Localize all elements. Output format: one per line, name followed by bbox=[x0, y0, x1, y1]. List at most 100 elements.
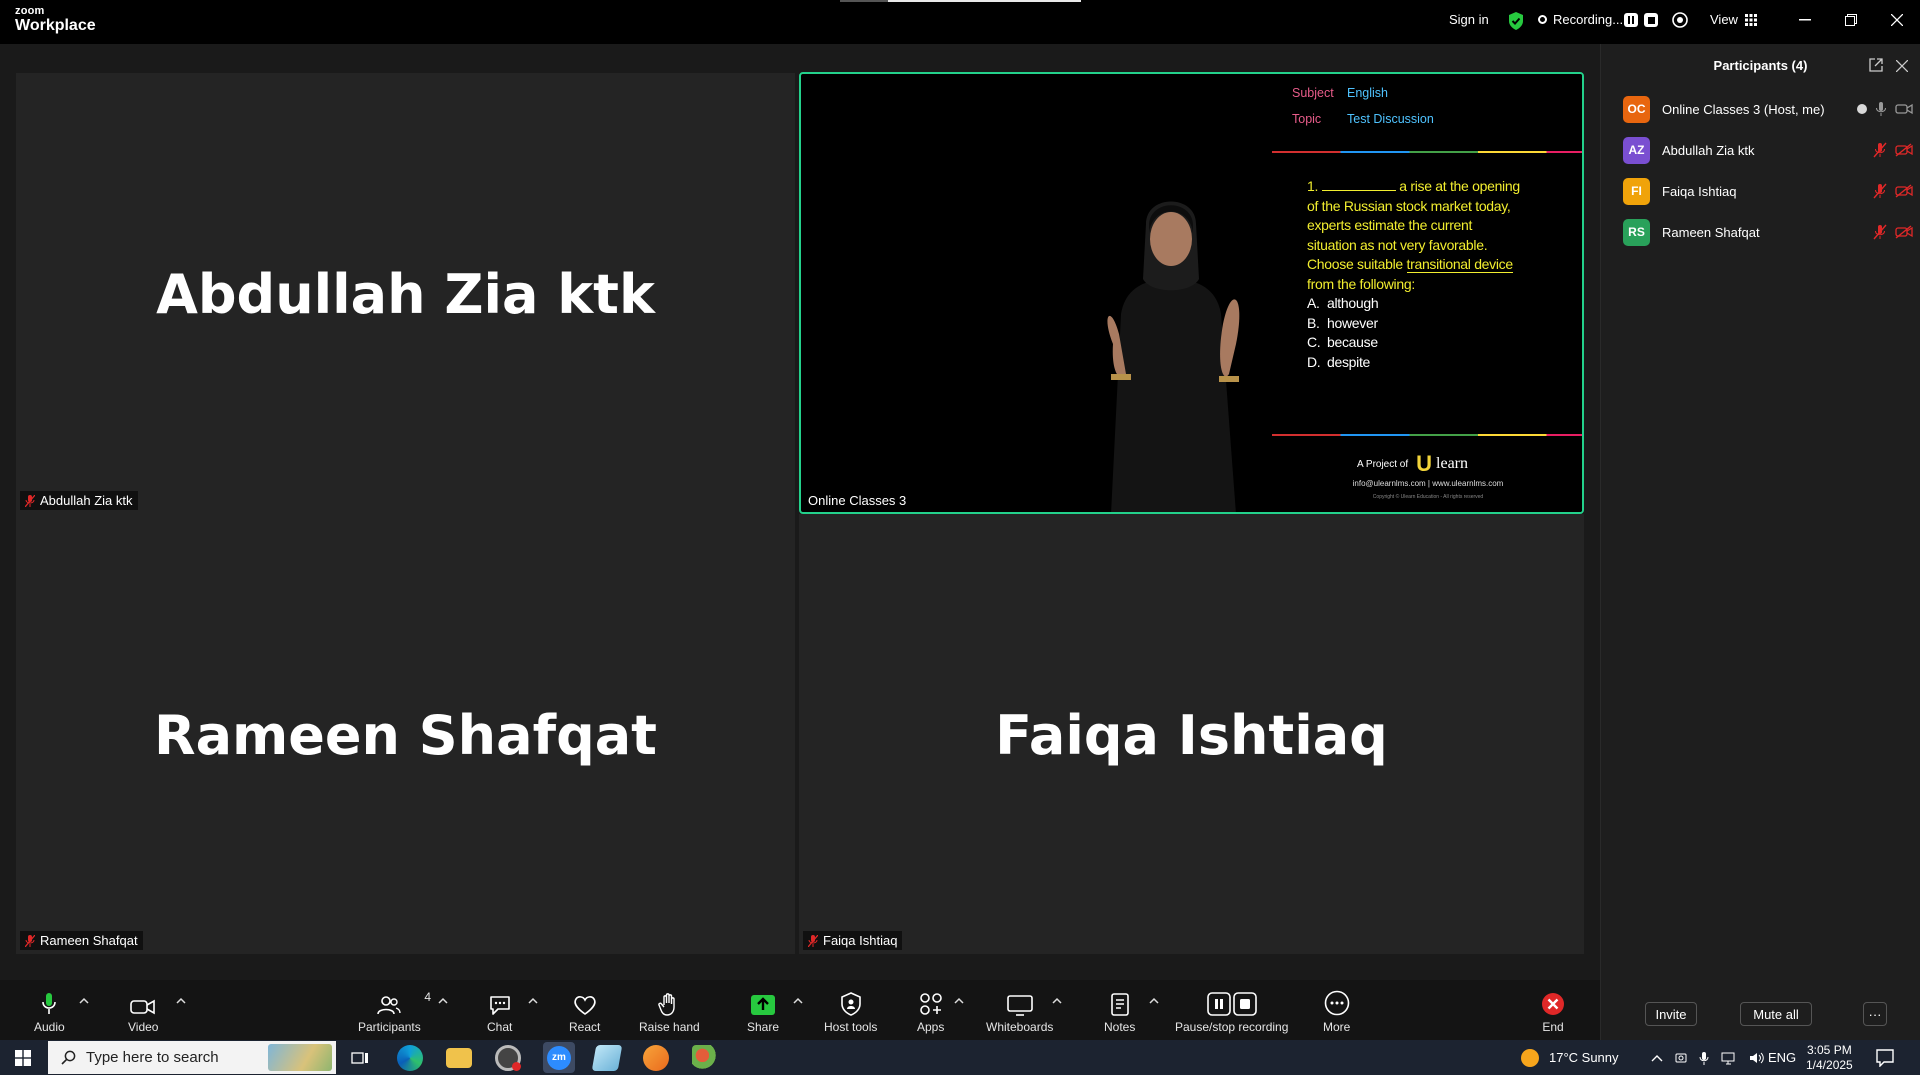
whiteboards-options-chevron-icon[interactable] bbox=[1050, 994, 1064, 1008]
game-app-icon[interactable] bbox=[692, 1045, 718, 1071]
whiteboards-label: Whiteboards bbox=[986, 1020, 1054, 1034]
end-meeting-button[interactable]: End bbox=[1541, 990, 1565, 1034]
option-text: although bbox=[1327, 295, 1379, 311]
raise-hand-icon bbox=[658, 993, 676, 1016]
option-row: C. because bbox=[1307, 333, 1520, 353]
encryption-shield-icon[interactable] bbox=[1507, 11, 1525, 31]
option-letter: D. bbox=[1307, 353, 1321, 370]
pause-stop-recording-button[interactable]: Pause/stop recording bbox=[1175, 990, 1288, 1034]
more-button[interactable]: More bbox=[1323, 990, 1350, 1034]
option-text: however bbox=[1327, 314, 1378, 331]
popout-icon[interactable] bbox=[1869, 58, 1883, 77]
slide-divider-top bbox=[1272, 151, 1582, 153]
participants-count: 4 bbox=[424, 990, 432, 1004]
task-view-icon[interactable] bbox=[347, 1045, 373, 1071]
recording-status[interactable]: Recording... bbox=[1538, 12, 1623, 27]
mic-icon[interactable] bbox=[1875, 101, 1887, 117]
video-tile-faiqa[interactable]: Faiqa Ishtiaq Faiqa Ishtiaq bbox=[799, 514, 1584, 954]
panel-more-button[interactable]: ··· bbox=[1863, 1002, 1887, 1026]
pause-recording-button[interactable] bbox=[1624, 13, 1638, 27]
windows-start-icon[interactable] bbox=[15, 1050, 31, 1071]
system-tray-icons bbox=[1651, 1040, 1765, 1075]
recording-options-icon[interactable] bbox=[1671, 11, 1689, 29]
video-off-icon[interactable] bbox=[1895, 143, 1913, 157]
mic-in-use-icon[interactable] bbox=[1699, 1051, 1709, 1065]
video-options-chevron-icon[interactable] bbox=[174, 994, 188, 1008]
chat-options-chevron-icon[interactable] bbox=[526, 994, 540, 1008]
input-language[interactable]: ENG bbox=[1768, 1040, 1796, 1075]
notes-options-chevron-icon[interactable] bbox=[1147, 994, 1161, 1008]
weather-widget[interactable]: 17°C Sunny bbox=[1521, 1040, 1619, 1075]
recording-dot-icon bbox=[1538, 15, 1547, 24]
question-line-5b: transitional device bbox=[1406, 256, 1513, 273]
restore-button[interactable] bbox=[1836, 8, 1866, 32]
video-tile-rameen[interactable]: Rameen Shafqat Rameen Shafqat bbox=[16, 514, 795, 954]
muted-mic-icon[interactable] bbox=[1873, 142, 1887, 158]
raise-hand-button[interactable]: Raise hand bbox=[639, 990, 700, 1034]
mute-all-button[interactable]: Mute all bbox=[1740, 1002, 1812, 1026]
host-tools-label: Host tools bbox=[824, 1020, 878, 1034]
grid-view-icon bbox=[1744, 13, 1757, 26]
slide-contact: info@ulearnlms.com | www.ulearnlms.com bbox=[1352, 479, 1504, 488]
audio-options-chevron-icon[interactable] bbox=[77, 994, 91, 1008]
share-screen-icon bbox=[751, 995, 776, 1015]
whiteboard-icon bbox=[1006, 995, 1033, 1016]
react-button[interactable]: React bbox=[569, 990, 600, 1034]
video-button[interactable]: Video bbox=[128, 990, 158, 1034]
zoom-taskbar-icon[interactable]: zm bbox=[543, 1042, 575, 1073]
sign-in-button[interactable]: Sign in bbox=[1449, 12, 1489, 27]
video-off-icon[interactable] bbox=[1895, 225, 1913, 239]
video-camera-icon[interactable] bbox=[1895, 102, 1913, 116]
participants-button[interactable]: 4 Participants bbox=[358, 990, 431, 1034]
invite-button[interactable]: Invite bbox=[1645, 1002, 1697, 1026]
question-line-3: experts estimate the current bbox=[1307, 217, 1473, 233]
muted-mic-icon[interactable] bbox=[1873, 224, 1887, 240]
chevron-up-icon[interactable] bbox=[1651, 1054, 1663, 1062]
network-icon[interactable] bbox=[1721, 1051, 1737, 1065]
slide-divider-bottom bbox=[1272, 434, 1582, 436]
taskbar-search-box[interactable]: Type here to search bbox=[48, 1041, 336, 1074]
heart-icon bbox=[574, 996, 596, 1015]
apps-button[interactable]: Apps bbox=[917, 990, 944, 1034]
participant-row[interactable]: OC Online Classes 3 (Host, me) bbox=[1623, 94, 1913, 124]
close-window-button[interactable] bbox=[1882, 8, 1912, 32]
chat-button[interactable]: Chat bbox=[487, 990, 512, 1034]
video-off-icon[interactable] bbox=[1895, 184, 1913, 198]
notes-button[interactable]: Notes bbox=[1104, 990, 1135, 1034]
stop-recording-button[interactable] bbox=[1644, 13, 1658, 27]
chrome-app-icon[interactable] bbox=[495, 1045, 521, 1071]
question-line-6: from the following: bbox=[1307, 275, 1415, 292]
muted-mic-icon[interactable] bbox=[1873, 183, 1887, 199]
participant-row[interactable]: RS Rameen Shafqat bbox=[1623, 217, 1913, 247]
close-panel-icon[interactable] bbox=[1895, 59, 1909, 77]
host-tools-button[interactable]: Host tools bbox=[824, 990, 877, 1034]
audio-button[interactable]: Audio bbox=[34, 990, 65, 1034]
participant-name: Faiqa Ishtiaq bbox=[1662, 183, 1737, 199]
browser-app-icon[interactable] bbox=[643, 1045, 669, 1071]
participants-options-chevron-icon[interactable] bbox=[436, 994, 450, 1008]
participant-row[interactable]: AZ Abdullah Zia ktk bbox=[1623, 135, 1913, 165]
volume-icon[interactable] bbox=[1749, 1051, 1765, 1065]
edge-browser-icon[interactable] bbox=[397, 1045, 423, 1071]
apps-options-chevron-icon[interactable] bbox=[952, 994, 966, 1008]
video-tile-abdullah[interactable]: Abdullah Zia ktk Abdullah Zia ktk bbox=[16, 73, 795, 514]
option-row: B. however bbox=[1307, 314, 1520, 334]
clock[interactable]: 3:05 PM 1/4/2025 bbox=[1806, 1040, 1853, 1075]
minimize-button[interactable] bbox=[1790, 8, 1820, 32]
avatar: OC bbox=[1623, 95, 1650, 123]
participant-name: Rameen Shafqat bbox=[1662, 224, 1760, 240]
view-label: View bbox=[1710, 12, 1738, 27]
recording-label: Recording... bbox=[1553, 12, 1624, 27]
notepad-app-icon[interactable] bbox=[591, 1045, 623, 1071]
search-icon bbox=[61, 1050, 76, 1065]
camera-in-use-icon[interactable] bbox=[1675, 1051, 1687, 1065]
share-options-chevron-icon[interactable] bbox=[791, 994, 805, 1008]
share-button[interactable]: Share bbox=[747, 990, 779, 1034]
participant-row[interactable]: FI Faiqa Ishtiaq bbox=[1623, 176, 1913, 206]
file-explorer-icon[interactable] bbox=[446, 1048, 472, 1068]
option-text: because bbox=[1327, 334, 1378, 350]
notifications-icon[interactable] bbox=[1876, 1049, 1894, 1072]
video-tile-online-classes[interactable]: Subject English Topic Test Discussion 1.… bbox=[799, 72, 1584, 514]
view-button[interactable]: View bbox=[1710, 12, 1757, 27]
whiteboards-button[interactable]: Whiteboards bbox=[986, 990, 1053, 1034]
